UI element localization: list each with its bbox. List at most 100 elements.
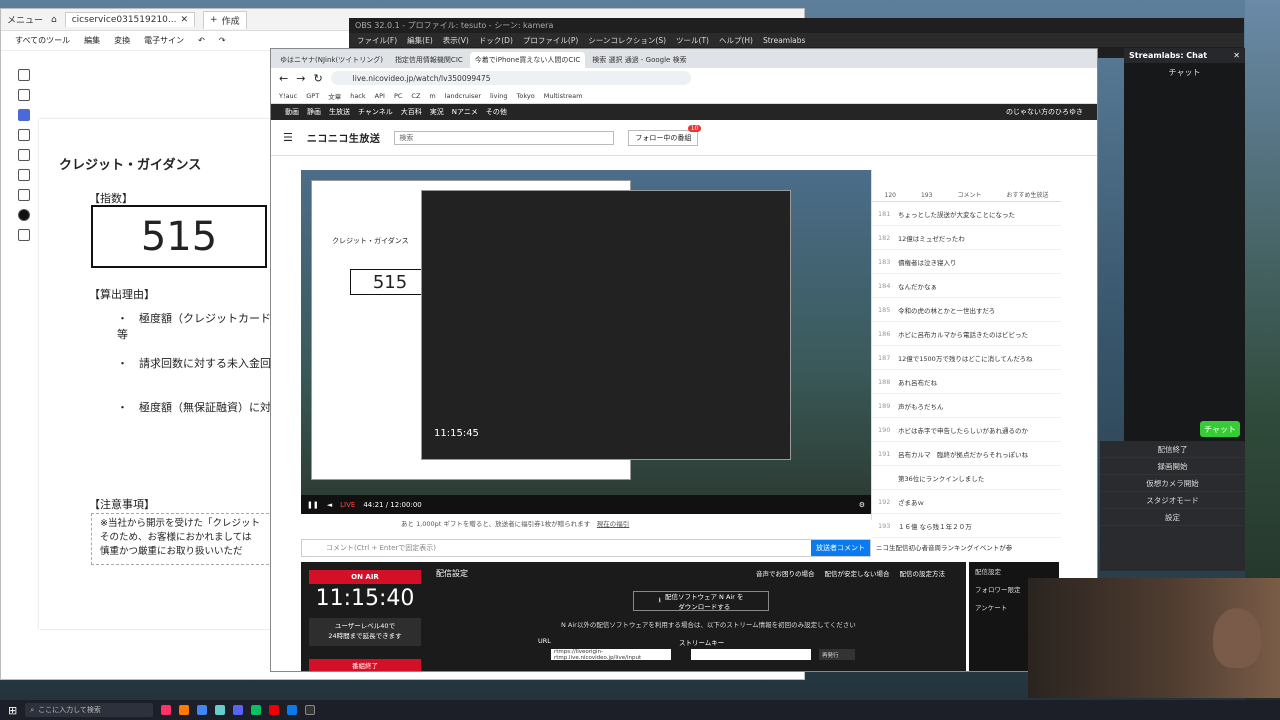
obs-menu-profile[interactable]: プロファイル(P) <box>523 35 578 46</box>
app-icon[interactable] <box>161 705 172 715</box>
stream-url-field[interactable]: rtmps://liveorigin-rtmp.live.nicovideo.j… <box>551 649 671 661</box>
stream-key-field[interactable] <box>691 649 811 660</box>
nav-item[interactable]: 動画 <box>285 107 299 117</box>
settings-icon[interactable]: ⚙ <box>859 501 865 509</box>
vscode-icon[interactable] <box>287 705 298 715</box>
studio-mode-button[interactable]: スタジオモード <box>1100 492 1245 509</box>
hamburger-icon[interactable]: ☰ <box>283 131 293 144</box>
hand-tool-icon[interactable] <box>18 69 30 81</box>
menu-edit[interactable]: 編集 <box>84 35 100 46</box>
download-icon: ⭳ <box>658 595 661 604</box>
comment-input[interactable]: コメント(Ctrl + Enterで固定表示) 放送者コメント <box>301 539 871 557</box>
obs-menu-file[interactable]: ファイル(F) <box>357 35 397 46</box>
bookmark[interactable]: GPT <box>306 92 319 100</box>
bookmark[interactable]: PC <box>394 92 402 100</box>
nair-download-button[interactable]: ⭳ 配信ソフトウェア N Air を ダウンロードする <box>633 591 769 611</box>
bookmark[interactable]: hack <box>350 92 365 100</box>
undo-icon[interactable]: ↶ <box>198 36 205 45</box>
bookmark[interactable]: landcruiser <box>445 92 481 100</box>
pen-tool-icon[interactable] <box>18 109 30 121</box>
forward-icon[interactable]: → <box>296 72 305 85</box>
obs-menu-view[interactable]: 表示(V) <box>443 35 469 46</box>
address-bar[interactable]: live.nicovideo.jp/watch/lv350099475 <box>330 71 691 85</box>
menu-button[interactable]: メニュー <box>7 13 43 26</box>
menu-esign[interactable]: 電子サイン <box>144 35 184 46</box>
tab-4[interactable]: 検索 選択 通過 - Google 検索 <box>587 52 691 68</box>
new-tab-button[interactable]: + 作成 <box>203 10 247 29</box>
bookmark[interactable]: m <box>429 92 435 100</box>
follow-button[interactable]: フォロー中の番組 10 <box>628 124 702 146</box>
bookmark[interactable]: API <box>375 92 385 100</box>
tab-recommended[interactable]: おすすめ生放送 <box>1006 190 1048 199</box>
nav-item[interactable]: Nアニメ <box>452 107 478 117</box>
nav-item[interactable]: 大百科 <box>401 107 422 117</box>
obs-menu-scene[interactable]: シーンコレクション(S) <box>588 35 666 46</box>
gift-link[interactable]: 現在の福引 <box>597 520 630 528</box>
stamp-tool-icon[interactable] <box>18 169 30 181</box>
list-tool-icon[interactable] <box>18 229 30 241</box>
info-banner[interactable]: ニコ生配信初心者音周ランキングイベントが参 <box>876 542 1012 552</box>
nav-item[interactable]: 生放送 <box>329 107 350 117</box>
taskbar-search[interactable]: ⌕ ここに入力して検索 <box>25 703 154 717</box>
end-program-button[interactable]: 番組終了 <box>309 659 421 671</box>
lasso-tool-icon[interactable] <box>18 129 30 141</box>
pin-tool-icon[interactable] <box>18 189 30 201</box>
obs-menu-help[interactable]: ヘルプ(H) <box>719 35 753 46</box>
comment-text: 債権者は泣き寝入り <box>898 258 957 267</box>
app-icon[interactable] <box>269 705 280 715</box>
help-link[interactable]: 配信の設定方法 <box>900 568 946 578</box>
app-icon[interactable] <box>215 705 226 715</box>
home-icon[interactable]: ⌂ <box>51 15 57 25</box>
nav-item[interactable]: 静画 <box>307 107 321 117</box>
obs-menu-tools[interactable]: ツール(T) <box>676 35 709 46</box>
pause-icon[interactable]: ❚❚ <box>307 501 319 509</box>
user-name[interactable]: のじゃない方のひろゆき <box>1006 107 1083 117</box>
settings-button[interactable]: 設定 <box>1100 509 1245 526</box>
stop-stream-button[interactable]: 配信終了 <box>1100 441 1245 458</box>
back-icon[interactable]: ← <box>279 72 288 85</box>
obs-menu-dock[interactable]: ドック(D) <box>479 35 513 46</box>
discord-icon[interactable] <box>233 705 244 715</box>
virtual-camera-button[interactable]: 仮想カメラ開始 <box>1100 475 1245 492</box>
nav-item[interactable]: チャンネル <box>358 107 393 117</box>
menu-convert[interactable]: 変換 <box>114 35 130 46</box>
windows-start-icon[interactable]: ⊞ <box>8 704 17 717</box>
obs-menu-edit[interactable]: 編集(E) <box>407 35 433 46</box>
reissue-button[interactable]: 再発行 <box>819 649 855 660</box>
obs-icon[interactable] <box>305 705 316 715</box>
volume-icon[interactable]: ◄ <box>327 501 332 509</box>
close-icon[interactable]: ✕ <box>181 15 189 25</box>
video-player[interactable]: クレジット・ガイダンス 515 11:15:45 ❚❚ ◄ LIVE 44:21… <box>301 170 871 514</box>
broadcaster-comment-button[interactable]: 放送者コメント <box>811 540 870 556</box>
nav-item[interactable]: その他 <box>486 107 507 117</box>
text-tool-icon[interactable] <box>18 149 30 161</box>
nico-logo[interactable]: ニコニコ生放送 <box>307 130 381 145</box>
nav-item[interactable]: 実況 <box>430 107 444 117</box>
bookmark[interactable]: 文章 <box>328 91 341 101</box>
redo-icon[interactable]: ↷ <box>219 36 226 45</box>
close-icon[interactable]: ✕ <box>1233 51 1240 60</box>
bookmark[interactable]: living <box>490 92 508 100</box>
reload-icon[interactable]: ↻ <box>313 72 322 85</box>
tab-comments[interactable]: コメント <box>957 190 981 199</box>
chrome-icon[interactable] <box>197 705 208 715</box>
dot-tool-icon[interactable] <box>18 209 30 221</box>
zoom-tool-icon[interactable] <box>18 89 30 101</box>
tab-3[interactable]: 今着でiPhone買えない人間のCIC <box>469 52 586 68</box>
help-link[interactable]: 音声でお困りの場合 <box>756 568 815 578</box>
tab-2[interactable]: 指定信用情報機関CIC <box>390 52 468 68</box>
app-icon[interactable] <box>179 705 190 715</box>
search-input[interactable]: 検索 <box>394 130 615 145</box>
bookmark[interactable]: Tokyo <box>517 92 535 100</box>
bookmark[interactable]: CZ <box>411 92 420 100</box>
bookmark[interactable]: Y!auc <box>279 92 297 100</box>
chat-send-button[interactable]: チャット <box>1200 421 1240 437</box>
menu-all-tools[interactable]: すべてのツール <box>15 35 70 46</box>
help-link[interactable]: 配信が安定しない場合 <box>825 568 890 578</box>
line-icon[interactable] <box>251 705 262 715</box>
pdf-doc-tab[interactable]: cicservice031519210... ✕ <box>64 12 196 27</box>
bookmark[interactable]: Multistream <box>544 92 583 100</box>
tab-1[interactable]: ゆはニヤナ(NJink(ツイトリング) <box>275 52 388 68</box>
start-record-button[interactable]: 録画開始 <box>1100 458 1245 475</box>
obs-menu-streamlabs[interactable]: Streamlabs <box>763 36 805 45</box>
